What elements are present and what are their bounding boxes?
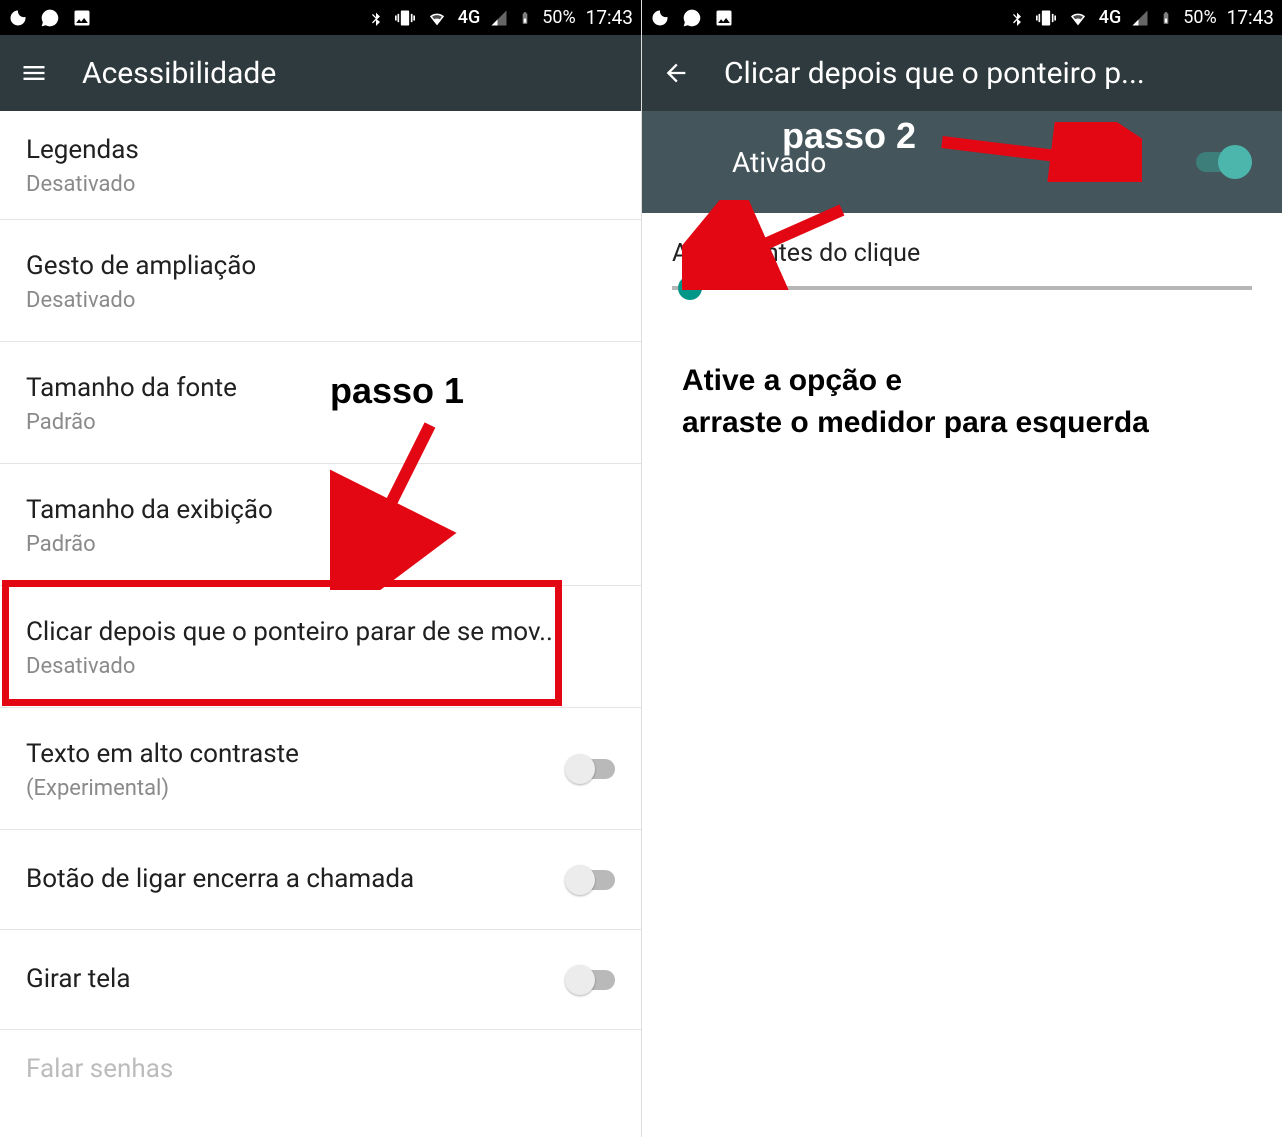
item-sub: Padrão: [26, 532, 615, 557]
moon-icon: [650, 8, 670, 28]
annotation-instruction: Ative a opção e arraste o medidor para e…: [682, 360, 1149, 444]
slider-label: Atraso antes do clique: [672, 239, 1252, 268]
toggle-switch[interactable]: [567, 759, 615, 779]
list-item-botao-ligar[interactable]: Botão de ligar encerra a chamada: [0, 830, 641, 930]
item-title: Tamanho da fonte: [26, 371, 615, 406]
instruction-line2: arraste o medidor para esquerda: [682, 402, 1149, 444]
wifi-icon: [426, 9, 448, 27]
item-title: Botão de ligar encerra a chamada: [26, 862, 555, 897]
instruction-line1: Ative a opção e: [682, 360, 1149, 402]
image-icon: [714, 8, 734, 28]
toggle-switch[interactable]: [567, 970, 615, 990]
image-icon: [72, 8, 92, 28]
clock-text: 17:43: [1227, 6, 1274, 29]
wifi-icon: [1067, 9, 1089, 27]
item-title: Girar tela: [26, 962, 555, 997]
back-arrow-icon[interactable]: [662, 59, 690, 87]
signal-icon: [490, 9, 508, 27]
settings-list: Legendas Desativado Gesto de ampliação D…: [0, 111, 641, 1087]
toggle-switch-on[interactable]: [1196, 152, 1248, 172]
item-title: Texto em alto contraste: [26, 737, 555, 772]
list-item-tamanho-exibicao[interactable]: Tamanho da exibição Padrão: [0, 464, 641, 586]
hamburger-icon[interactable]: [20, 59, 48, 87]
battery-text: 50%: [542, 7, 575, 28]
item-sub: Padrão: [26, 410, 615, 435]
moon-icon: [8, 8, 28, 28]
slider-track[interactable]: [672, 286, 1252, 290]
vibrate-icon: [1035, 8, 1057, 28]
list-item-legendas[interactable]: Legendas Desativado: [0, 111, 641, 220]
list-item-tamanho-fonte[interactable]: Tamanho da fonte Padrão: [0, 342, 641, 464]
vibrate-icon: [394, 8, 416, 28]
bluetooth-icon: [368, 8, 384, 28]
status-text: Ativado: [732, 146, 826, 179]
status-bar: 4G 50% 17:43: [642, 0, 1282, 35]
page-title: Clicar depois que o ponteiro p...: [724, 56, 1145, 91]
list-item-clicar-ponteiro[interactable]: Clicar depois que o ponteiro parar de se…: [0, 586, 641, 708]
app-bar: Acessibilidade: [0, 35, 641, 111]
chat-icon: [682, 8, 702, 28]
phone-left: 4G 50% 17:43 Acessibilidade Lege: [0, 0, 641, 1137]
battery-icon: [518, 8, 532, 28]
app-bar: Clicar depois que o ponteiro p...: [642, 35, 1282, 111]
item-title: Falar senhas: [26, 1052, 615, 1087]
battery-text: 50%: [1183, 7, 1216, 28]
battery-icon: [1159, 8, 1173, 28]
status-bar: 4G 50% 17:43: [0, 0, 641, 35]
item-title: Gesto de ampliação: [26, 249, 615, 284]
chat-icon: [40, 8, 60, 28]
item-sub: Desativado: [26, 654, 615, 679]
status-panel: Ativado: [642, 111, 1282, 213]
item-title: Legendas: [26, 133, 615, 168]
item-sub: (Experimental): [26, 776, 555, 801]
slider-thumb[interactable]: [678, 276, 702, 300]
item-title: Clicar depois que o ponteiro parar de se…: [26, 615, 615, 650]
list-item-gesto-ampliacao[interactable]: Gesto de ampliação Desativado: [0, 220, 641, 342]
network-text: 4G: [1099, 7, 1122, 28]
item-sub: Desativado: [26, 172, 615, 197]
signal-icon: [1131, 9, 1149, 27]
list-item-girar-tela[interactable]: Girar tela: [0, 930, 641, 1030]
bluetooth-icon: [1009, 8, 1025, 28]
list-item-alto-contraste[interactable]: Texto em alto contraste (Experimental): [0, 708, 641, 830]
toggle-switch[interactable]: [567, 870, 615, 890]
network-text: 4G: [458, 7, 481, 28]
page-title: Acessibilidade: [82, 56, 276, 91]
list-item-falar-senhas[interactable]: Falar senhas: [0, 1030, 641, 1087]
slider-section: Atraso antes do clique: [642, 213, 1282, 310]
phone-right: 4G 50% 17:43 Clicar depois que o ponteir…: [641, 0, 1282, 1137]
clock-text: 17:43: [586, 6, 633, 29]
item-title: Tamanho da exibição: [26, 493, 615, 528]
item-sub: Desativado: [26, 288, 615, 313]
